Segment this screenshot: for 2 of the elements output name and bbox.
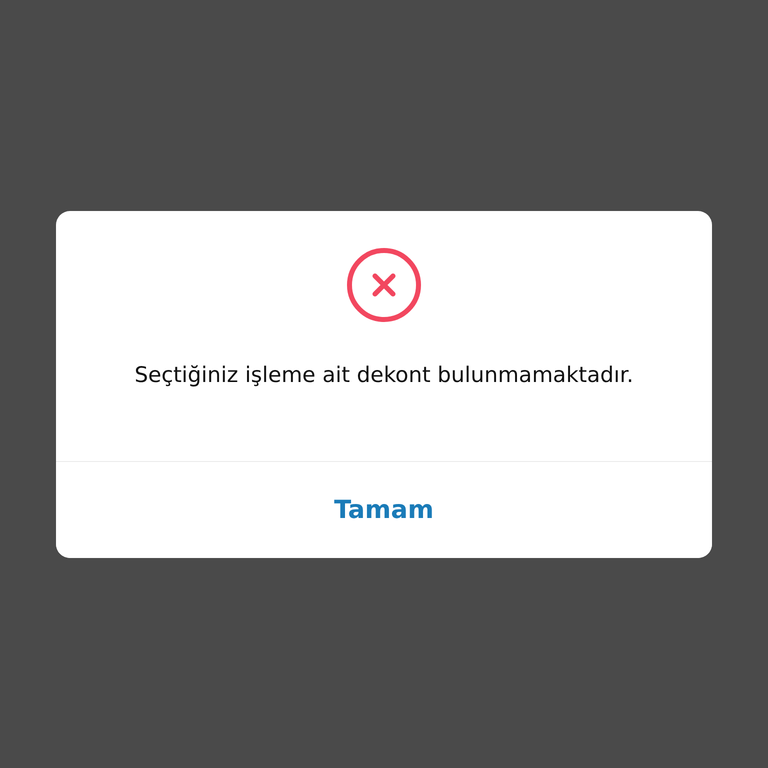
error-icon <box>347 248 421 322</box>
dialog-message: Seçtiğiniz işleme ait dekont bulunmamaktadır. <box>134 362 634 390</box>
